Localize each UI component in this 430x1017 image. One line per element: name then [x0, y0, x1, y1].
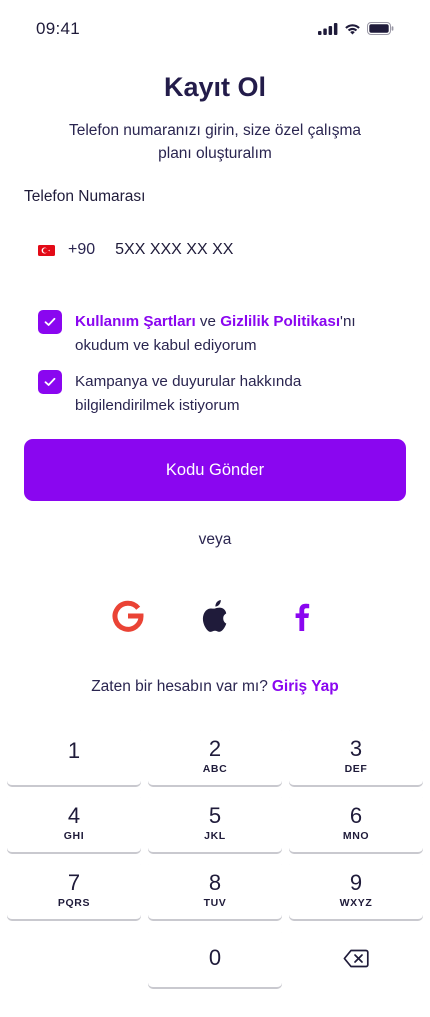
keypad-key-8[interactable]: 8 TUV: [148, 860, 282, 920]
key-digit: 0: [208, 944, 222, 970]
key-letters: JKL: [204, 829, 226, 842]
key-letters: WXYZ: [339, 896, 373, 909]
status-bar: 09:41: [0, 0, 430, 58]
keypad-key-6[interactable]: 6 MNO: [289, 793, 423, 853]
key-digit: 9: [349, 869, 363, 895]
signal-icon: [318, 22, 338, 35]
phone-label: Telefon Numarası: [24, 188, 146, 205]
keypad-key-1[interactable]: 1: [7, 726, 141, 786]
keypad-key-2[interactable]: 2 ABC: [148, 726, 282, 786]
send-code-button[interactable]: Kodu Gönder: [24, 439, 406, 501]
turkey-flag-icon[interactable]: [38, 244, 55, 256]
marketing-consent-text: Kampanya ve duyurular hakkında bilgilend…: [75, 373, 302, 414]
numeric-keypad: 1 2 ABC 3 DEF 4 GHI 5 JKL 6 MNO 7 PQRS 8…: [0, 726, 430, 1017]
key-letters: TUV: [203, 896, 227, 909]
check-icon: [44, 317, 56, 326]
key-letters: ABC: [202, 762, 228, 775]
facebook-login-button[interactable]: [281, 596, 321, 636]
keypad-backspace-key[interactable]: [289, 928, 423, 988]
wifi-icon: [345, 23, 360, 34]
key-letters: GHI: [63, 829, 85, 842]
terms-consent-text: Kullanım Şartları ve Gizlilik Politikası…: [75, 310, 375, 358]
key-digit: 7: [67, 869, 81, 895]
keypad-key-7[interactable]: 7 PQRS: [7, 860, 141, 920]
google-icon: [112, 600, 144, 632]
keypad-key-5[interactable]: 5 JKL: [148, 793, 282, 853]
status-time: 09:41: [36, 19, 81, 38]
country-code[interactable]: +90: [68, 241, 95, 259]
login-prompt-text: Zaten bir hesabın var mı?: [91, 678, 268, 695]
key-digit: 8: [208, 869, 222, 895]
login-prompt: Zaten bir hesabın var mı? Giriş Yap: [0, 678, 430, 696]
google-login-button[interactable]: [108, 596, 148, 636]
terms-consent: Kullanım Şartları ve Gizlilik Politikası…: [38, 310, 375, 358]
login-link[interactable]: Giriş Yap: [272, 678, 339, 695]
key-digit: 3: [349, 735, 363, 761]
privacy-link[interactable]: Gizlilik Politikası: [220, 313, 340, 330]
backspace-icon: [343, 949, 369, 967]
terms-link[interactable]: Kullanım Şartları: [75, 313, 196, 330]
terms-connector: ve: [195, 313, 221, 330]
key-digit: 6: [349, 802, 363, 828]
check-icon: [44, 377, 56, 386]
marketing-consent: Kampanya ve duyurular hakkında bilgilend…: [38, 370, 375, 418]
apple-icon: [202, 600, 227, 632]
apple-login-button[interactable]: [195, 596, 235, 636]
phone-input[interactable]: [115, 241, 316, 259]
or-divider: veya: [198, 531, 232, 548]
page-title: Kayıt Ol: [163, 72, 267, 102]
terms-checkbox[interactable]: [38, 310, 62, 334]
keypad-key-9[interactable]: 9 WXYZ: [289, 860, 423, 920]
key-digit: 4: [67, 802, 81, 828]
key-letters: DEF: [344, 762, 368, 775]
page-subtitle: Telefon numaranızı girin, size özel çalı…: [68, 122, 362, 162]
marketing-checkbox[interactable]: [38, 370, 62, 394]
keypad-key-0[interactable]: 0: [148, 928, 282, 988]
key-letters: MNO: [342, 829, 370, 842]
key-digit: 5: [208, 802, 222, 828]
status-icons: [318, 22, 394, 35]
facebook-icon: [295, 603, 310, 631]
key-digit: 1: [67, 737, 81, 763]
battery-icon: [367, 22, 394, 35]
keypad-key-4[interactable]: 4 GHI: [7, 793, 141, 853]
keypad-key-3[interactable]: 3 DEF: [289, 726, 423, 786]
key-letters: PQRS: [57, 896, 91, 909]
phone-field[interactable]: +90: [24, 232, 406, 268]
key-digit: 2: [208, 735, 222, 761]
